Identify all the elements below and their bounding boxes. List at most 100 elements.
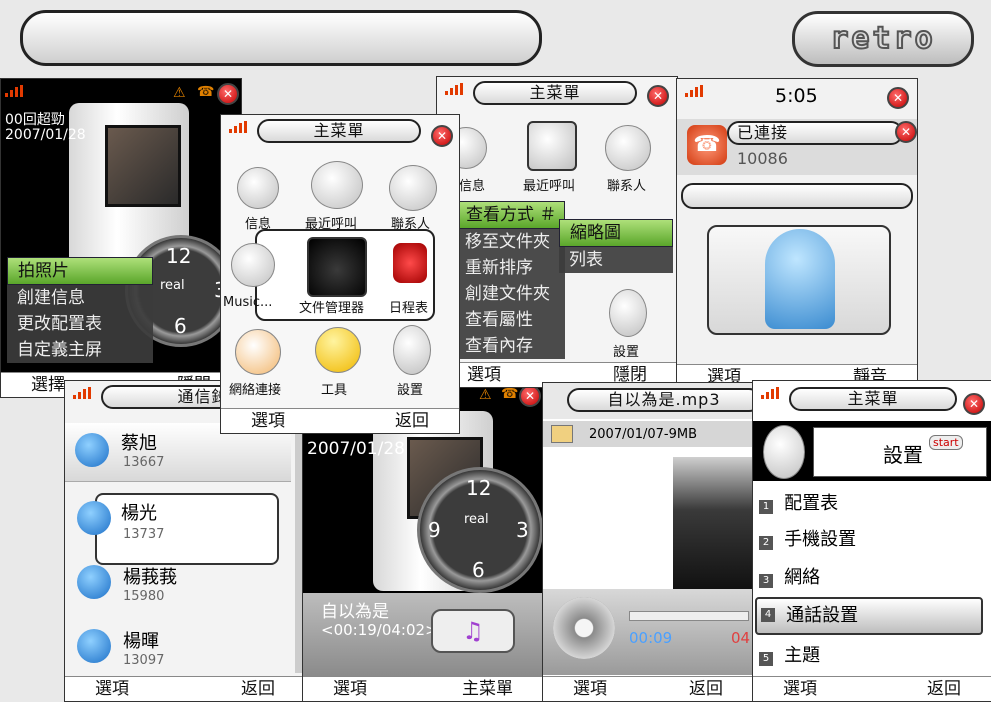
list-item[interactable]: 3 網絡 <box>759 563 985 593</box>
caller-avatar-frame <box>707 225 891 335</box>
contact-avatar-icon <box>77 565 111 599</box>
file-manager-icon[interactable] <box>307 237 367 297</box>
icon-label: 最近呼叫 <box>523 179 576 194</box>
close-icon[interactable]: ✕ <box>895 121 917 143</box>
contact-row[interactable]: 楊莪莪 15980 <box>65 563 291 617</box>
softkey-left[interactable]: 選擇 <box>31 373 65 397</box>
standby-window: ⚠ ☎ ✕ 00回超勁 2007/01/28 12 3 6 real 拍照片 創… <box>0 78 242 398</box>
info-pill <box>681 183 913 209</box>
softkey-bar: 選項 返回 <box>221 408 459 433</box>
softkey-left[interactable]: 選項 <box>95 677 129 701</box>
item-label: 配置表 <box>784 493 839 514</box>
contacts-icon[interactable] <box>389 165 437 211</box>
window-title: 主菜單 <box>789 387 957 411</box>
softkey-right[interactable]: 返回 <box>395 409 429 433</box>
alert-icon: ⚠ <box>173 85 186 101</box>
submenu-item-thumbnail[interactable]: 縮略圖 <box>559 219 673 247</box>
album-art <box>673 457 753 589</box>
menu-item-create-message[interactable]: 創建信息 <box>7 285 153 311</box>
settings-icon <box>763 425 805 479</box>
music-note-icon[interactable]: ♫ <box>431 609 515 653</box>
file-info: 2007/01/07-9MB <box>589 427 698 442</box>
signal-icon <box>761 387 783 399</box>
softkey-left[interactable]: 選項 <box>251 409 285 433</box>
call-icon: ☎ <box>197 84 215 100</box>
standby-menu: 拍照片 創建信息 更改配置表 自定義主屏 <box>7 257 153 363</box>
contact-row[interactable]: 楊光 13737 <box>95 493 279 565</box>
alert-icon: ⚠ <box>479 387 492 403</box>
contacts-icon[interactable] <box>605 125 651 171</box>
main-menu-window: 主菜單 ✕ 信息 最近呼叫 聯系人 Music... 文件管理器 日程表 網絡連… <box>220 114 460 434</box>
clock-6: 6 <box>472 558 485 582</box>
softkey-right[interactable]: 主菜單 <box>462 677 513 701</box>
softkey-left[interactable]: 選項 <box>333 677 367 701</box>
view-submenu: 縮略圖 列表 <box>559 219 673 273</box>
softkey-right[interactable]: 返回 <box>927 677 961 701</box>
softkey-right[interactable]: 返回 <box>689 677 723 701</box>
network-icon[interactable] <box>235 329 281 375</box>
contact-name: 楊莪莪 <box>123 567 177 588</box>
item-label: 網絡 <box>784 567 821 588</box>
window-title: 主菜單 <box>257 119 421 143</box>
analog-clock: 12 3 6 9 real <box>417 467 543 593</box>
close-icon[interactable]: ✕ <box>887 87 909 109</box>
contact-avatar-icon <box>77 501 111 535</box>
list-item[interactable]: 5 主題 <box>759 641 985 671</box>
event-text: 00回超勁 <box>5 112 65 128</box>
menu-item-properties[interactable]: 查看屬性 <box>455 307 565 333</box>
clock-time: 5:05 <box>775 85 818 107</box>
messages-icon[interactable] <box>237 167 279 209</box>
menu-item-change-profile[interactable]: 更改配置表 <box>7 311 153 337</box>
submenu-item-list[interactable]: 列表 <box>559 247 673 273</box>
menu-item-take-photo[interactable]: 拍照片 <box>7 257 153 285</box>
item-label: 手機設置 <box>784 529 857 550</box>
list-item[interactable]: 1 配置表 <box>759 489 985 519</box>
track-title: 自以為是 <box>321 602 389 622</box>
play-wheel[interactable] <box>553 597 615 659</box>
couple-photo <box>105 125 181 207</box>
icon-label: 工具 <box>321 383 348 398</box>
organizer-icon[interactable] <box>393 243 427 283</box>
contact-name: 楊光 <box>121 503 157 524</box>
item-number: 5 <box>759 652 773 666</box>
recent-calls-icon[interactable] <box>311 161 363 209</box>
menu-item-new-folder[interactable]: 創建文件夾 <box>455 281 565 307</box>
close-icon[interactable]: ✕ <box>431 125 453 147</box>
contact-name: 楊暉 <box>123 631 159 652</box>
menu-item-customize-home[interactable]: 自定義主屏 <box>7 337 153 363</box>
options-menu: 查看方式 ＃ 移至文件夾 重新排序 創建文件夾 查看屬性 查看內存 <box>455 201 565 359</box>
phone-icon: ☎ <box>687 125 727 165</box>
settings-icon[interactable] <box>609 289 647 337</box>
menu-item-view-mode[interactable]: 查看方式 ＃ <box>455 201 565 229</box>
contact-row[interactable]: 楊暉 13097 <box>65 627 291 673</box>
list-item-selected[interactable]: 4 通話設置 <box>755 597 983 635</box>
softkey-bar: 選項 返回 <box>543 676 753 701</box>
softkey-left[interactable]: 選項 <box>783 677 817 701</box>
close-icon[interactable]: ✕ <box>519 385 541 407</box>
music-icon[interactable] <box>231 243 275 287</box>
settings-icon[interactable] <box>393 325 431 375</box>
progress-bar[interactable] <box>629 611 749 621</box>
icon-label: 文件管理器 <box>299 301 365 316</box>
clock-6: 6 <box>174 314 187 338</box>
menu-item-move[interactable]: 移至文件夾 <box>455 229 565 255</box>
window-title: 主菜單 <box>473 81 637 105</box>
list-item[interactable]: 2 手機設置 <box>759 525 985 555</box>
icon-label: 信息 <box>459 179 486 194</box>
tools-icon[interactable] <box>315 327 361 373</box>
menu-item-memory[interactable]: 查看內存 <box>455 333 565 359</box>
close-icon[interactable]: ✕ <box>217 83 239 105</box>
window-title: 自以為是.mp3 <box>567 388 753 412</box>
softkey-left[interactable]: 選項 <box>573 677 607 701</box>
contact-number: 13667 <box>123 455 165 470</box>
signal-icon <box>5 85 27 97</box>
softkey-right[interactable]: 返回 <box>241 677 275 701</box>
softkey-left[interactable]: 選項 <box>467 363 501 387</box>
recent-calls-icon[interactable] <box>527 121 577 171</box>
close-icon[interactable]: ✕ <box>963 393 985 415</box>
signal-icon <box>73 387 95 399</box>
music-mini-player: 自以為是 <00:19/04:02> ♫ <box>303 593 543 677</box>
icon-label: 設置 <box>397 383 424 398</box>
menu-item-reorder[interactable]: 重新排序 <box>455 255 565 281</box>
close-icon[interactable]: ✕ <box>647 85 669 107</box>
